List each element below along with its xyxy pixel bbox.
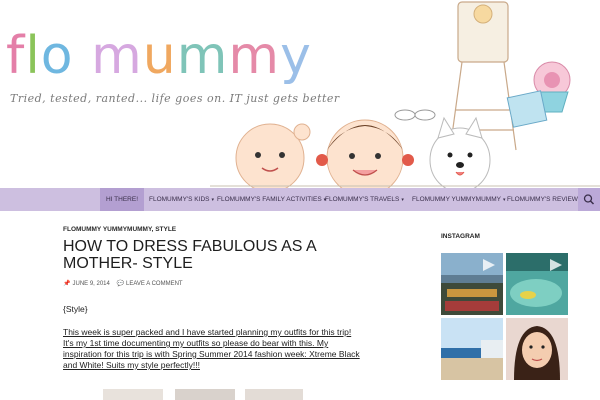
nav-label: FLOMUMMY'S REVIEWS [507, 196, 583, 203]
instagram-photo-image [441, 253, 503, 315]
instagram-photo-image [506, 253, 568, 315]
nav-label: FLOMUMMY'S KIDS [149, 196, 210, 203]
nav-label: HI THERE! [105, 196, 139, 203]
nav-item-yummymummy[interactable]: FLOMUMMY YUMMYMUMMY ▾ [412, 188, 505, 211]
post-meta: 📌 JUNE 9, 2014 💬 LEAVE A COMMENT [63, 280, 183, 287]
instagram-photo[interactable] [506, 253, 568, 315]
nav-label: FLOMUMMY YUMMYMUMMY [412, 196, 501, 203]
pin-icon: 📌 [63, 281, 71, 287]
instagram-photo-image [441, 318, 503, 380]
logo-letter [74, 30, 92, 82]
instagram-photo-image [506, 318, 568, 380]
chevron-down-icon: ▾ [401, 197, 404, 203]
logo-letter: u [142, 26, 177, 86]
post-image[interactable] [103, 389, 163, 400]
post-images [63, 389, 361, 400]
style-tag: {Style} [63, 304, 88, 314]
leave-comment-link[interactable]: LEAVE A COMMENT [126, 281, 183, 287]
nav-item-hi-there[interactable]: HI THERE! [100, 188, 144, 211]
nav-item-family-activities[interactable]: FLOMUMMY'S FAMILY ACTIVITIES ▾ [217, 188, 326, 211]
post-date[interactable]: JUNE 9, 2014 [72, 281, 109, 287]
post-image[interactable] [175, 389, 235, 400]
instagram-widget-title: INSTAGRAM [441, 233, 480, 240]
post-paragraph[interactable]: This week is super packed and I have sta… [63, 327, 363, 371]
nav-item-kids[interactable]: FLOMUMMY'S KIDS ▾ [149, 188, 214, 211]
instagram-photo[interactable] [441, 253, 503, 315]
site-header: flo mummy Tried, tested, ranted... life … [0, 0, 600, 188]
instagram-photo[interactable] [506, 318, 568, 380]
logo-letter: l [25, 26, 41, 86]
instagram-photo[interactable] [441, 318, 503, 380]
logo-letter: m [91, 26, 143, 86]
logo-letter: o [40, 26, 74, 86]
primary-nav: HI THERE! FLOMUMMY'S KIDS ▾ FLOMUMMY'S FA… [0, 188, 600, 211]
nav-item-travels[interactable]: FLOMUMMY'S TRAVELS ▾ [325, 188, 404, 211]
logo-letter: f [6, 26, 26, 86]
nav-item-reviews[interactable]: FLOMUMMY'S REVIEWS [507, 188, 582, 211]
post-image[interactable] [245, 389, 303, 400]
chevron-down-icon: ▾ [211, 197, 214, 203]
comment-icon: 💬 [116, 281, 124, 287]
nav-label: FLOMUMMY'S TRAVELS [325, 196, 400, 203]
nav-label: FLOMUMMY'S FAMILY ACTIVITIES [217, 196, 322, 203]
header-illustration [210, 1, 600, 188]
post-categories[interactable]: FLOMUMMY YUMMYMUMMY, STYLE [63, 226, 176, 233]
search-toggle[interactable] [578, 188, 600, 211]
chevron-down-icon: ▾ [502, 197, 506, 203]
search-icon [583, 194, 595, 205]
post-title[interactable]: HOW TO DRESS FABULOUS AS A MOTHER- STYLE [63, 238, 363, 272]
